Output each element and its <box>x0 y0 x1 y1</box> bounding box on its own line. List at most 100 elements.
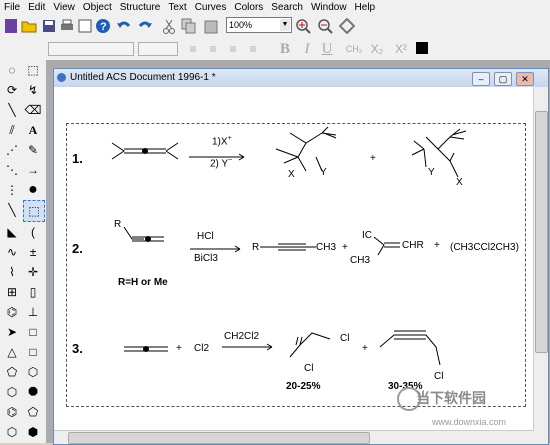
cyclopentane-icon[interactable]: ⬠ <box>2 362 22 382</box>
template-icon[interactable]: ⌬ <box>2 302 22 322</box>
align-center-icon[interactable]: ≡ <box>204 40 222 58</box>
r2-plus1: + <box>342 242 348 253</box>
bond-icon[interactable]: ╲ <box>2 100 22 120</box>
wedge-bond-icon[interactable]: ◣ <box>2 222 22 242</box>
help-icon[interactable]: ? <box>94 17 112 35</box>
justify-icon[interactable]: ≡ <box>244 40 262 58</box>
bold-bond-icon[interactable]: ╲ <box>2 200 22 220</box>
preview-icon[interactable] <box>76 17 94 35</box>
menu-help[interactable]: Help <box>351 2 380 13</box>
zoom-in-icon[interactable] <box>294 17 312 35</box>
hexagon-ring-icon[interactable]: ⬡ <box>2 422 22 442</box>
color-swatch[interactable] <box>416 42 428 54</box>
cyclopentadiene-icon[interactable]: ⬠ <box>23 402 43 422</box>
rotate-icon[interactable]: ⟳ <box>2 80 22 100</box>
subscript-icon[interactable]: X₂ <box>368 40 386 58</box>
reaction-2-number: 2. <box>72 241 83 256</box>
r1-x2: X <box>456 177 463 188</box>
cyclopropane-icon[interactable]: △ <box>2 342 22 362</box>
minimize-button[interactable]: – <box>472 72 490 86</box>
vertical-scrollbar[interactable] <box>533 87 548 444</box>
r1-reactant-left-arms <box>111 142 125 160</box>
dashed-bond-icon[interactable]: ⋰ <box>2 140 22 160</box>
marquee-selected-icon[interactable]: ⬚ <box>23 200 45 222</box>
menu-text[interactable]: Text <box>164 2 190 13</box>
undo-icon[interactable] <box>115 17 133 35</box>
menu-colors[interactable]: Colors <box>230 2 267 13</box>
menu-object[interactable]: Object <box>79 2 116 13</box>
cyclooctane-icon[interactable]: ⯃ <box>23 382 43 402</box>
hashed-bond-icon[interactable]: ⋱ <box>2 160 22 180</box>
font-size-select[interactable] <box>138 42 178 56</box>
charge-icon[interactable]: ± <box>23 242 43 262</box>
r2-arrow <box>190 245 241 253</box>
italic-icon[interactable]: I <box>298 40 316 58</box>
r1-reagent2-sup: − <box>228 157 233 164</box>
query-icon[interactable]: ✛ <box>23 262 43 282</box>
text-tool-icon[interactable]: A <box>23 120 43 140</box>
horizontal-scrollbar[interactable] <box>54 430 534 444</box>
menu-view[interactable]: View <box>49 2 79 13</box>
tlc-plate-icon[interactable]: ▯ <box>23 282 43 302</box>
open-folder-icon[interactable] <box>20 17 38 35</box>
menu-window[interactable]: Window <box>307 2 351 13</box>
stamp-icon[interactable]: ⊥ <box>23 302 43 322</box>
orbital-icon[interactable]: ● <box>23 180 43 200</box>
new-document-icon[interactable] <box>2 17 20 35</box>
superscript-icon[interactable]: X² <box>392 40 410 58</box>
paste-icon[interactable] <box>202 17 220 35</box>
copy-icon[interactable] <box>180 17 198 35</box>
table-icon[interactable]: ⊞ <box>2 282 22 302</box>
document-title-bar: Untitled ACS Document 1996-1 * – ▢ ✕ <box>54 69 548 87</box>
r3-yield1: 20-25% <box>286 381 321 392</box>
menu-curves[interactable]: Curves <box>191 2 231 13</box>
r3-cl-a: Cl <box>340 333 350 344</box>
cyclohexane-icon[interactable]: ⬡ <box>23 362 43 382</box>
r2-product-chr <box>373 236 400 256</box>
arrow-tool-icon[interactable]: → <box>23 160 43 180</box>
wavy-bond-icon[interactable]: ∿ <box>2 242 22 262</box>
pen-icon[interactable]: ✎ <box>23 140 43 160</box>
rectangle-icon[interactable]: □ <box>23 322 43 342</box>
zoom-out-icon[interactable] <box>316 17 334 35</box>
chair-icon[interactable]: ⬢ <box>23 422 43 442</box>
print-icon[interactable] <box>58 17 76 35</box>
r2-chr: CHR <box>402 240 424 251</box>
menu-search[interactable]: Search <box>267 2 307 13</box>
close-button[interactable]: ✕ <box>516 72 534 86</box>
hash-wedge-icon[interactable]: ⋮ <box>2 180 22 200</box>
chevron-down-icon[interactable]: ▼ <box>280 19 290 31</box>
benzene-icon[interactable]: ⌬ <box>2 402 22 422</box>
cut-icon[interactable] <box>160 17 178 35</box>
r2-reagent-top: HCl <box>197 231 214 242</box>
lasso-icon[interactable]: ◌ <box>2 60 22 80</box>
double-bond-icon[interactable]: ⫽ <box>2 120 22 140</box>
structure-perspective-icon[interactable]: ↯ <box>23 80 43 100</box>
cyclobutane-icon[interactable]: □ <box>23 342 43 362</box>
underline-icon[interactable]: U <box>318 40 336 58</box>
chemical-formula-icon[interactable]: CH₂ <box>342 40 366 58</box>
maximize-button[interactable]: ▢ <box>494 72 512 86</box>
align-right-icon[interactable]: ≡ <box>224 40 242 58</box>
bold-icon[interactable]: B <box>276 40 294 58</box>
chain-icon[interactable]: ⌇ <box>2 262 22 282</box>
menu-edit[interactable]: Edit <box>24 2 49 13</box>
align-left-icon[interactable]: ≡ <box>184 40 202 58</box>
font-select[interactable] <box>48 42 134 56</box>
cycloheptane-icon[interactable]: ⬡ <box>2 382 22 402</box>
zoom-select[interactable]: 100% ▼ <box>226 17 292 33</box>
select-arrow-icon[interactable]: ➤ <box>2 322 22 342</box>
menu-file[interactable]: File <box>0 2 24 13</box>
drawing-canvas[interactable]: 1. 1)X+ 2) Y− X Y + Y X 2. R HCl BiCl3 R… <box>54 87 534 431</box>
marquee-icon[interactable]: ⬚ <box>23 60 43 80</box>
fit-icon[interactable] <box>338 17 356 35</box>
vertical-scroll-thumb[interactable] <box>535 111 548 353</box>
eraser-icon[interactable]: ⌫ <box>23 100 43 120</box>
r3-plus1: + <box>176 343 182 354</box>
menu-structure[interactable]: Structure <box>116 2 165 13</box>
bracket-icon[interactable]: ( <box>23 222 43 242</box>
save-icon[interactable] <box>40 17 58 35</box>
r3-product2 <box>379 330 441 366</box>
horizontal-scroll-thumb[interactable] <box>68 432 370 444</box>
redo-icon[interactable] <box>136 17 154 35</box>
